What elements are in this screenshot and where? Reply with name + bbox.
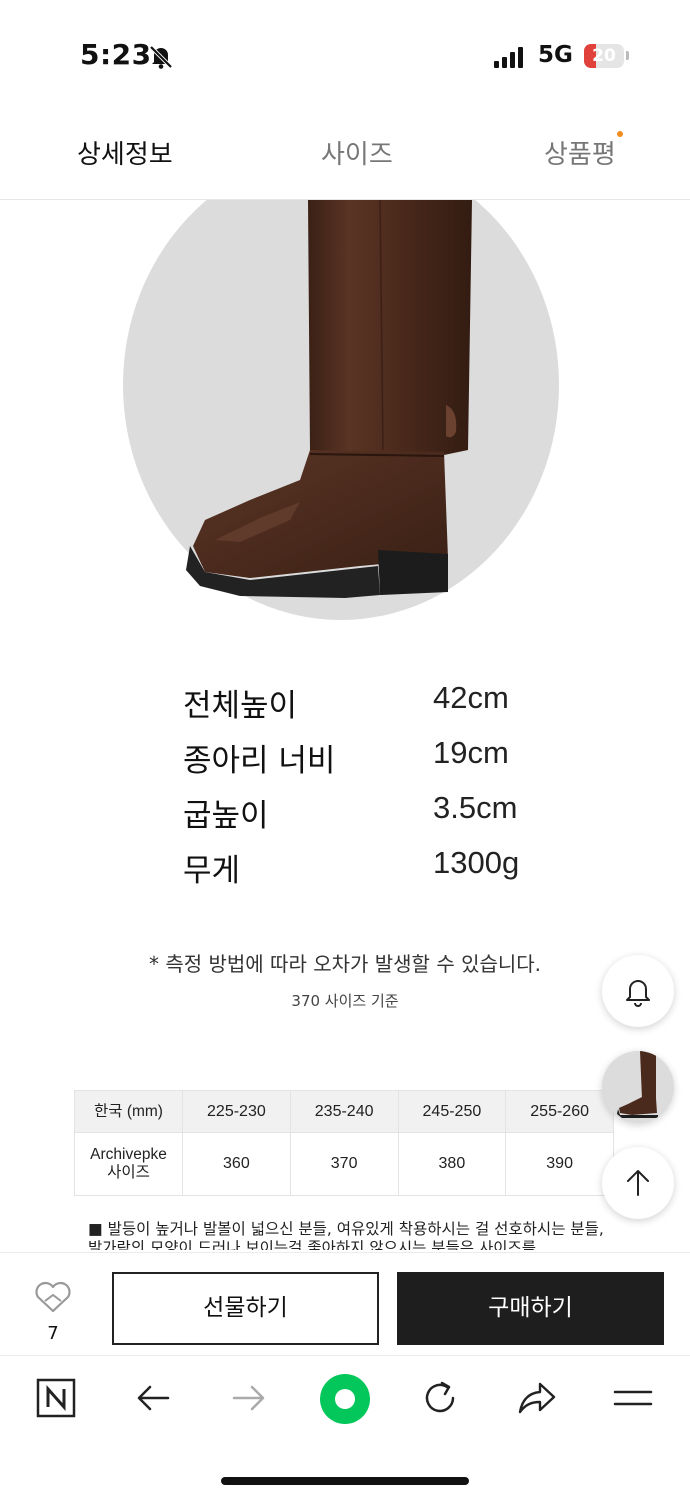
spec-row-heel-height: 굽높이 3.5cm: [183, 790, 583, 836]
share-icon[interactable]: [517, 1378, 557, 1418]
purchase-bar: 7 선물하기 구매하기: [0, 1252, 690, 1355]
spec-label: 굽높이: [183, 798, 269, 834]
arrow-up-icon: [627, 1170, 649, 1196]
bell-off-icon: [149, 45, 173, 69]
tab-detail-info[interactable]: 상세정보: [77, 134, 173, 171]
back-arrow-icon[interactable]: [134, 1378, 174, 1418]
spec-value: 42cm: [433, 680, 509, 715]
tab-bar: 상세정보 사이즈 상품평: [0, 110, 690, 200]
notification-button[interactable]: [602, 955, 674, 1027]
refresh-icon[interactable]: [420, 1378, 460, 1418]
tab-reviews[interactable]: 상품평: [544, 134, 616, 171]
wishlist-button[interactable]: 7: [28, 1281, 78, 1351]
spec-label: 전체높이: [183, 688, 298, 724]
row-label-brand: Archivepke: [90, 1146, 167, 1163]
bell-icon: [626, 980, 650, 1007]
naver-green-button[interactable]: [319, 1373, 371, 1425]
table-cell: 380: [397, 1132, 507, 1196]
spec-row-calf-width: 종아리 너비 19cm: [183, 735, 583, 781]
table-cell: 390: [505, 1132, 614, 1196]
table-header-cell: 225-230: [182, 1090, 291, 1133]
naver-n-icon[interactable]: [36, 1378, 76, 1418]
forward-arrow-icon[interactable]: [228, 1378, 268, 1418]
size-table: 한국 (mm) 225-230 235-240 245-250 255-260 …: [74, 1090, 614, 1196]
table-row-label: Archivepke 사이즈: [74, 1132, 183, 1196]
wishlist-count: 7: [47, 1323, 59, 1344]
table-cell: 370: [289, 1132, 399, 1196]
battery-level: 20: [592, 46, 616, 66]
table-row: Archivepke 사이즈 360 370 380 390: [74, 1132, 614, 1196]
gift-button[interactable]: 선물하기: [112, 1272, 379, 1345]
spec-label: 종아리 너비: [183, 743, 336, 779]
signal-icon: [494, 46, 524, 68]
row-label-size: 사이즈: [107, 1164, 150, 1181]
size-basis: 370 사이즈 기준: [291, 992, 399, 1010]
fit-note: ■ 발등이 높거나 발볼이 넓으신 분들, 여유있게 착용하시는 걸 선호하시는…: [88, 1220, 604, 1250]
spec-value: 1300g: [433, 845, 520, 880]
spec-row-weight: 무게 1300g: [183, 845, 583, 891]
network-label: 5G: [538, 42, 573, 68]
table-header-cell: 245-250: [397, 1090, 507, 1133]
spec-label: 무게: [183, 853, 241, 889]
table-header-cell: 255-260: [505, 1090, 614, 1133]
spec-row-height: 전체높이 42cm: [183, 680, 583, 726]
table-cell: 360: [182, 1132, 291, 1196]
measurement-note: * 측정 방법에 따라 오차가 발생할 수 있습니다.: [148, 952, 542, 976]
boot-illustration: [186, 200, 472, 598]
table-header-row: 한국 (mm) 225-230 235-240 245-250 255-260: [74, 1090, 614, 1133]
buy-button[interactable]: 구매하기: [397, 1272, 664, 1345]
product-thumbnail[interactable]: [602, 1051, 674, 1123]
table-header-cell: 235-240: [289, 1090, 399, 1133]
status-bar: 5:23 5G 20: [0, 0, 690, 110]
table-header-cell: 한국 (mm): [74, 1090, 183, 1133]
home-indicator: [221, 1477, 469, 1485]
status-time: 5:23: [80, 38, 152, 71]
menu-icon[interactable]: [613, 1378, 653, 1418]
scroll-top-button[interactable]: [602, 1147, 674, 1219]
tab-size[interactable]: 사이즈: [321, 134, 393, 171]
heart-icon: [35, 1281, 71, 1313]
battery-icon: 20: [584, 44, 624, 68]
spec-value: 19cm: [433, 735, 509, 770]
spec-value: 3.5cm: [433, 790, 518, 825]
new-review-dot: [617, 131, 623, 137]
product-image: [0, 200, 690, 630]
